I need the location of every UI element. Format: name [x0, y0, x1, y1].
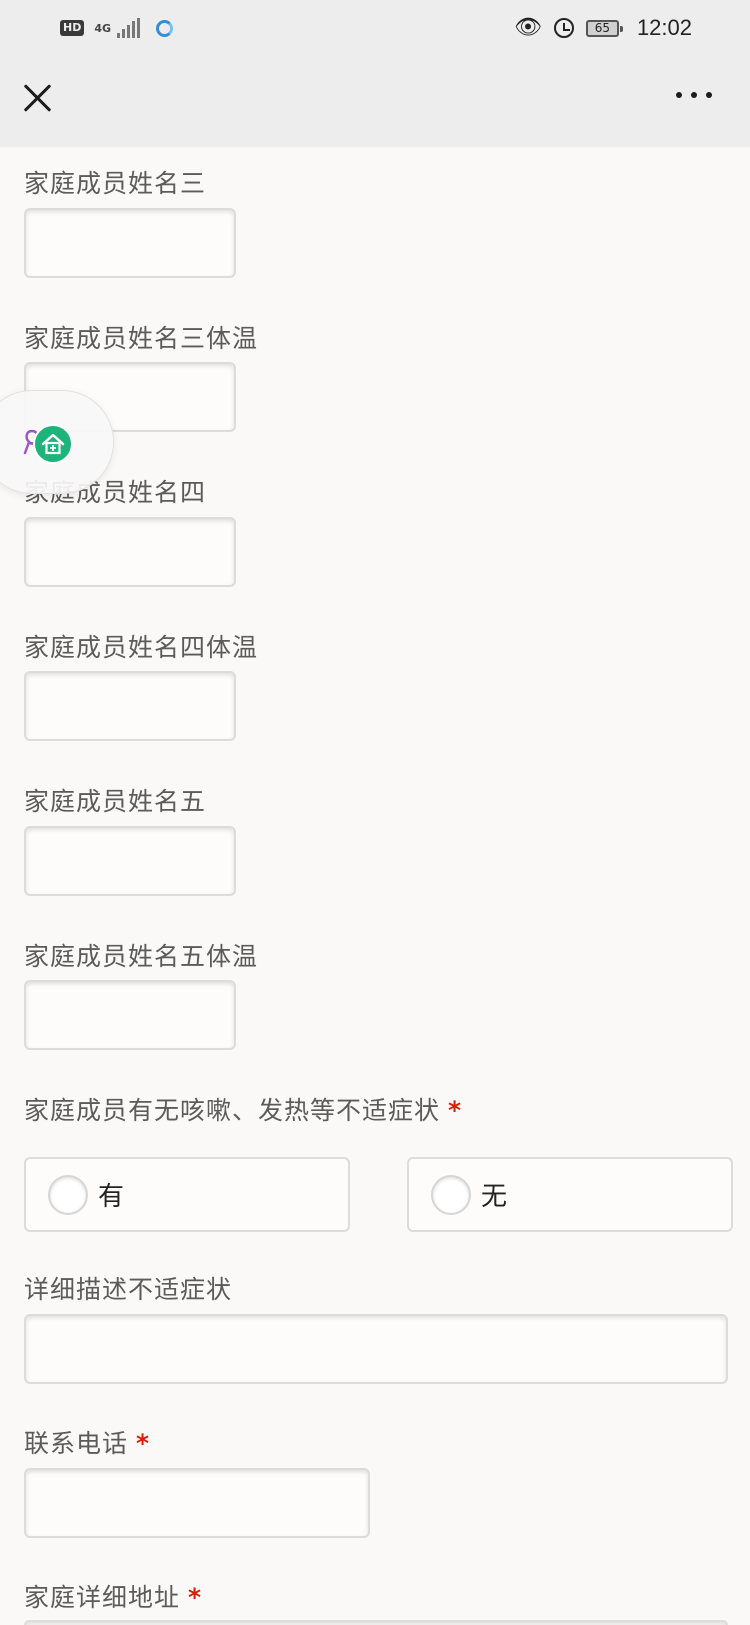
phone-label: 联系电话 * [24, 1424, 150, 1460]
required-mark: * [448, 1096, 463, 1125]
more-horizontal-icon[interactable] [676, 92, 712, 98]
symptoms-detail-label: 详细描述不适症状 [24, 1275, 233, 1304]
member4-temp-input[interactable] [24, 671, 236, 741]
member3-name-label: 家庭成员姓名三 [24, 169, 207, 198]
symptoms-question-text: 家庭成员有无咳嗽、发热等不适症状 [24, 1096, 441, 1125]
member5-temp-input[interactable] [24, 980, 236, 1050]
eye-comfort-icon: 👁 [514, 15, 542, 40]
symptoms-detail-input[interactable] [24, 1314, 728, 1384]
radio-circle-icon[interactable] [48, 1174, 88, 1215]
required-mark: * [136, 1429, 151, 1458]
member5-temp-label: 家庭成员姓名五体温 [24, 942, 259, 971]
status-bar: HD 4G 👁 65 12:02 [0, 0, 750, 56]
signal-icon [117, 18, 141, 38]
close-icon[interactable] [22, 82, 54, 114]
member5-name-label: 家庭成员姓名五 [24, 787, 207, 816]
radio-circle-icon[interactable] [431, 1174, 471, 1215]
status-left: HD 4G [60, 18, 174, 38]
app-notification-icon [156, 19, 174, 37]
symptoms-option-yes-label: 有 [98, 1182, 125, 1212]
member5-name-input[interactable] [24, 826, 236, 896]
member3-name-input[interactable] [24, 208, 236, 278]
address-label: 家庭详细地址 * [24, 1578, 202, 1614]
address-input[interactable] [24, 1620, 728, 1625]
symptoms-question-label: 家庭成员有无咳嗽、发热等不适症状 * [24, 1091, 462, 1127]
phone-label-text: 联系电话 [24, 1429, 129, 1458]
hd-indicator: HD [60, 20, 85, 36]
network-type: 4G [94, 21, 112, 35]
phone-input[interactable] [24, 1468, 370, 1538]
member4-temp-label: 家庭成员姓名四体温 [24, 633, 259, 662]
home-icon [33, 424, 73, 464]
floating-mini-program-widget[interactable] [0, 390, 114, 494]
clock: 12:02 [636, 15, 692, 40]
symptoms-option-yes[interactable]: 有 [24, 1157, 350, 1232]
required-mark: * [188, 1583, 203, 1612]
battery-icon: 65 [585, 19, 623, 37]
member3-temp-label: 家庭成员姓名三体温 [24, 324, 259, 353]
alarm-icon [553, 18, 574, 38]
member4-name-input[interactable] [24, 517, 236, 587]
nav-bar [0, 56, 750, 147]
battery-level: 65 [594, 20, 611, 35]
status-right: 👁 65 12:02 [514, 15, 692, 41]
symptoms-option-no[interactable]: 无 [407, 1157, 733, 1232]
address-label-text: 家庭详细地址 [24, 1583, 181, 1612]
symptoms-option-no-label: 无 [481, 1182, 508, 1212]
